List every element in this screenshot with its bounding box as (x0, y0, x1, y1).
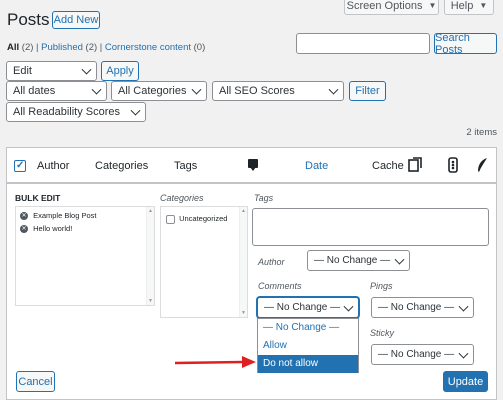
tags-textarea[interactable] (252, 208, 489, 246)
seo-filter-select[interactable]: All SEO Scores (212, 81, 344, 101)
screen-options-button[interactable]: Screen Options ▼ (344, 0, 439, 15)
separator: | (36, 42, 39, 53)
caret-down-icon: ▼ (428, 1, 437, 10)
seo-filter-value: All SEO Scores (219, 85, 295, 97)
chevron-down-icon (458, 301, 469, 312)
status-all-link[interactable]: All (2) (7, 42, 33, 53)
pings-label: Pings (370, 281, 393, 291)
table-header: ✓ Author Categories Tags Date Cache (6, 147, 497, 183)
chevron-down-icon (91, 84, 102, 95)
comments-label: Comments (258, 281, 302, 291)
chevron-down-icon (458, 348, 469, 359)
screen-options-label: Screen Options (346, 0, 423, 12)
search-posts-button[interactable]: Search Posts (434, 32, 497, 56)
author-label: Author (258, 257, 285, 267)
check-icon: ✓ (16, 160, 25, 171)
category-filter-value: All Categories (118, 85, 187, 97)
bulk-edit-heading: BULK EDIT (15, 193, 61, 203)
bulk-action-value: Edit (13, 65, 32, 77)
update-button[interactable]: Update (443, 371, 488, 392)
filter-button[interactable]: Filter (349, 81, 386, 101)
search-input[interactable] (296, 33, 430, 54)
comments-dropdown-list: — No Change — Allow Do not allow (257, 318, 359, 373)
scroll-up-icon: ▲ (148, 208, 153, 214)
list-item: Uncategorized (166, 214, 227, 224)
comment-icon-tail (250, 167, 256, 171)
chevron-down-icon (81, 64, 92, 75)
category-checkbox[interactable] (166, 214, 175, 224)
categories-label: Categories (160, 193, 204, 203)
sticky-label: Sticky (370, 328, 395, 338)
tags-label: Tags (254, 193, 274, 203)
help-label: Help (450, 0, 474, 12)
bulk-edit-panel: BULK EDIT ✕ Example Blog Post ✕ Hello wo… (6, 183, 497, 400)
post-title: Hello world! (33, 224, 73, 233)
bulk-action-select[interactable]: Edit (6, 61, 97, 81)
scrollbar[interactable]: ▲ ▼ (146, 207, 154, 305)
red-arrow-annotation (174, 356, 256, 368)
chevron-down-icon (343, 301, 354, 312)
bulk-edit-post-list: ✕ Example Blog Post ✕ Hello world! ▲ ▼ (15, 206, 155, 306)
dropdown-option-do-not-allow[interactable]: Do not allow (258, 355, 358, 373)
column-tags: Tags (174, 160, 198, 172)
category-label: Uncategorized (179, 214, 228, 223)
readability-filter-value: All Readability Scores (13, 106, 120, 118)
pings-select[interactable]: — No Change — (371, 297, 474, 318)
chevron-down-icon (328, 84, 339, 95)
readability-filter-select[interactable]: All Readability Scores (6, 102, 146, 122)
date-filter-select[interactable]: All dates (6, 81, 107, 101)
apply-button[interactable]: Apply (101, 61, 139, 81)
sticky-select[interactable]: — No Change — (371, 344, 474, 365)
column-categories: Categories (95, 160, 149, 172)
remove-circle-icon[interactable]: ✕ (20, 225, 28, 234)
chevron-down-icon (130, 105, 141, 116)
status-cornerstone-link[interactable]: Cornerstone content (0) (105, 42, 205, 53)
comments-value: — No Change — (264, 302, 341, 313)
post-title: Example Blog Post (33, 211, 97, 220)
separator: | (99, 42, 103, 53)
column-cache: Cache (372, 160, 404, 172)
select-all-checkbox[interactable]: ✓ (14, 160, 26, 172)
feather-icon (478, 158, 487, 172)
help-button[interactable]: Help ▼ (444, 0, 494, 15)
page-title: Posts (7, 10, 50, 29)
status-published-link[interactable]: Published (2) (41, 42, 97, 53)
author-select[interactable]: — No Change — (307, 250, 410, 271)
scroll-down-icon: ▼ (241, 310, 246, 316)
dropdown-option-no-change[interactable]: — No Change — (258, 319, 358, 337)
scroll-up-icon: ▲ (241, 208, 246, 214)
list-item: ✕ Hello world! (20, 224, 73, 234)
dropdown-option-allow[interactable]: Allow (258, 337, 358, 355)
comments-select[interactable]: — No Change — (257, 297, 359, 318)
date-filter-value: All dates (13, 85, 56, 97)
caret-down-icon: ▼ (479, 1, 488, 10)
readability-traffic-icon (448, 157, 458, 173)
cancel-button[interactable]: Cancel (16, 371, 55, 392)
category-filter-select[interactable]: All Categories (111, 81, 207, 101)
status-links: All (2) | Published (2) | Cornerstone co… (7, 42, 205, 53)
column-author[interactable]: Author (37, 160, 69, 172)
scroll-down-icon: ▼ (148, 298, 153, 304)
items-count: 2 items (466, 127, 497, 138)
chevron-down-icon (394, 254, 405, 265)
add-new-button[interactable]: Add New (52, 11, 100, 29)
list-item: ✕ Example Blog Post (20, 211, 97, 221)
categories-box: Uncategorized ▲ ▼ (160, 206, 248, 318)
author-value: — No Change — (314, 255, 391, 266)
chevron-down-icon (191, 84, 202, 95)
scrollbar[interactable]: ▲ ▼ (239, 207, 247, 317)
sticky-value: — No Change — (378, 349, 455, 360)
column-date[interactable]: Date (305, 160, 328, 172)
remove-circle-icon[interactable]: ✕ (20, 212, 28, 221)
seo-links-icon (408, 157, 422, 172)
pings-value: — No Change — (378, 302, 455, 313)
